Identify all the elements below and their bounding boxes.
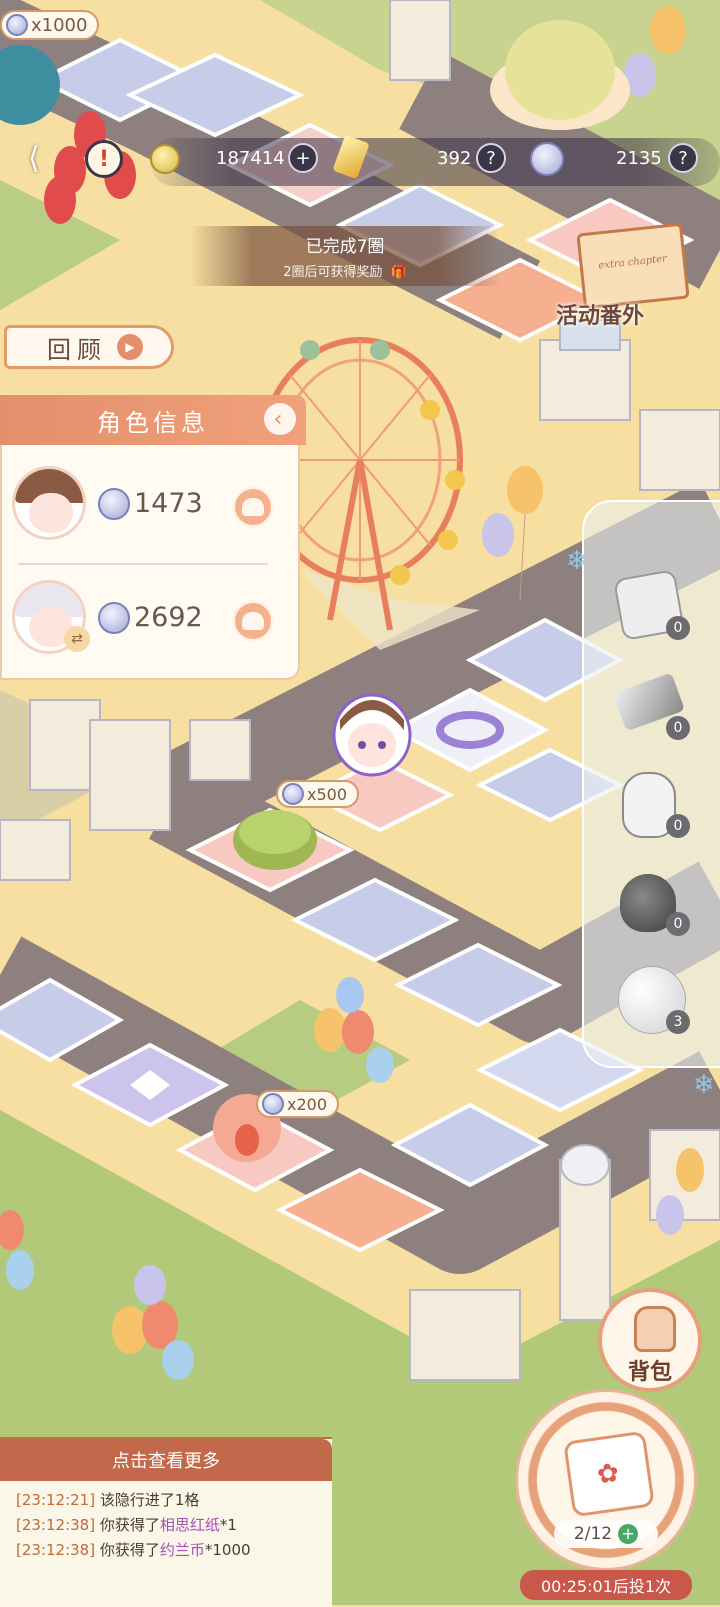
add-roll-button[interactable]: + xyxy=(618,1524,639,1544)
backpack-label: 背包 xyxy=(627,1360,672,1385)
laps-next-reward: 2圈后可获得奖励 xyxy=(283,265,383,280)
item-pouch[interactable]: 0 xyxy=(612,864,690,940)
character-panel-header: 角色信息 ‹ xyxy=(0,395,306,445)
play-icon: ▶ xyxy=(117,334,143,360)
log-line: [23:12:38] 你获得了相思红纸*1 xyxy=(16,1516,237,1534)
feed-bun-button[interactable] xyxy=(232,600,274,642)
character-coins: 1473 xyxy=(134,488,203,519)
laps-completed: 已完成7圈 xyxy=(305,237,385,257)
coin-icon xyxy=(282,783,304,805)
tile-reward-badge: x500 xyxy=(276,780,360,808)
event-reward-badge[interactable]: x1000 xyxy=(0,10,100,40)
token-value: 2135 xyxy=(616,148,662,169)
log-header[interactable]: 点击查看更多 xyxy=(0,1439,332,1481)
bun-icon xyxy=(242,498,264,516)
coin-icon xyxy=(98,602,130,634)
item-glove[interactable]: 0 xyxy=(612,766,690,842)
laps-banner: 已完成7圈 2圈后可获得奖励 🎁 xyxy=(190,226,500,286)
tile-reward-badge: x200 xyxy=(256,1090,340,1118)
gift-icon: 🎁 xyxy=(390,265,407,280)
review-button[interactable]: 回顾 ▶ xyxy=(4,325,174,369)
dice-icon: ✿ xyxy=(563,1430,655,1518)
alert-icon[interactable]: ! xyxy=(85,140,123,178)
roll-dice-button[interactable]: ✿ 2/12 + xyxy=(518,1392,694,1568)
back-icon[interactable]: ⟨ xyxy=(28,142,74,176)
backpack-icon xyxy=(634,1306,676,1352)
event-log[interactable]: 点击查看更多 [23:12:21] 该隐行进了1格 [23:12:38] 你获得… xyxy=(0,1437,332,1607)
character-avatar[interactable] xyxy=(12,466,86,540)
review-label: 回顾 xyxy=(47,335,107,364)
event-extra-label[interactable]: 活动番外 xyxy=(556,298,644,330)
roll-count: 2/12 + xyxy=(554,1520,658,1548)
swap-icon[interactable]: ⇄ xyxy=(64,626,90,652)
character-coins: 2692 xyxy=(134,602,203,633)
character-panel-title: 角色信息 xyxy=(97,408,209,437)
token-coin-icon xyxy=(530,142,564,176)
item-dice[interactable]: 0 xyxy=(612,568,690,644)
token-help-button[interactable]: ? xyxy=(668,143,698,173)
backpack-button[interactable]: 背包 xyxy=(598,1288,702,1392)
character-row: 1473 xyxy=(0,452,300,564)
roll-timer: 00:25:01后投1次 xyxy=(520,1570,692,1600)
add-stamina-button[interactable]: + xyxy=(288,143,318,173)
character-row: ⇄ 2692 xyxy=(0,566,300,678)
divider xyxy=(18,563,268,565)
event-extra-icon[interactable]: extra chapter xyxy=(576,222,690,310)
log-line: [23:12:38] 你获得了约兰币*1000 xyxy=(16,1541,251,1559)
coin-icon xyxy=(262,1093,284,1115)
stamina-value: 187414 xyxy=(216,148,285,169)
feed-bun-button[interactable] xyxy=(232,486,274,528)
event-extra-script: extra chapter xyxy=(597,253,668,272)
collapse-panel-button[interactable]: ‹ xyxy=(264,403,296,435)
snowflake-icon: ❄ xyxy=(693,1070,715,1100)
item-snowball[interactable]: 3 xyxy=(612,962,690,1038)
log-line: [23:12:21] 该隐行进了1格 xyxy=(16,1491,200,1509)
coin-icon xyxy=(6,14,28,36)
coin-icon xyxy=(98,488,130,520)
snowflake-icon: ❄ xyxy=(566,546,588,576)
bun-icon xyxy=(242,612,264,630)
player-token xyxy=(332,693,412,777)
gem-value: 392 xyxy=(437,148,472,169)
gem-help-button[interactable]: ? xyxy=(476,143,506,173)
item-shovel[interactable]: 0 xyxy=(612,668,690,744)
stamina-icon xyxy=(150,144,180,174)
